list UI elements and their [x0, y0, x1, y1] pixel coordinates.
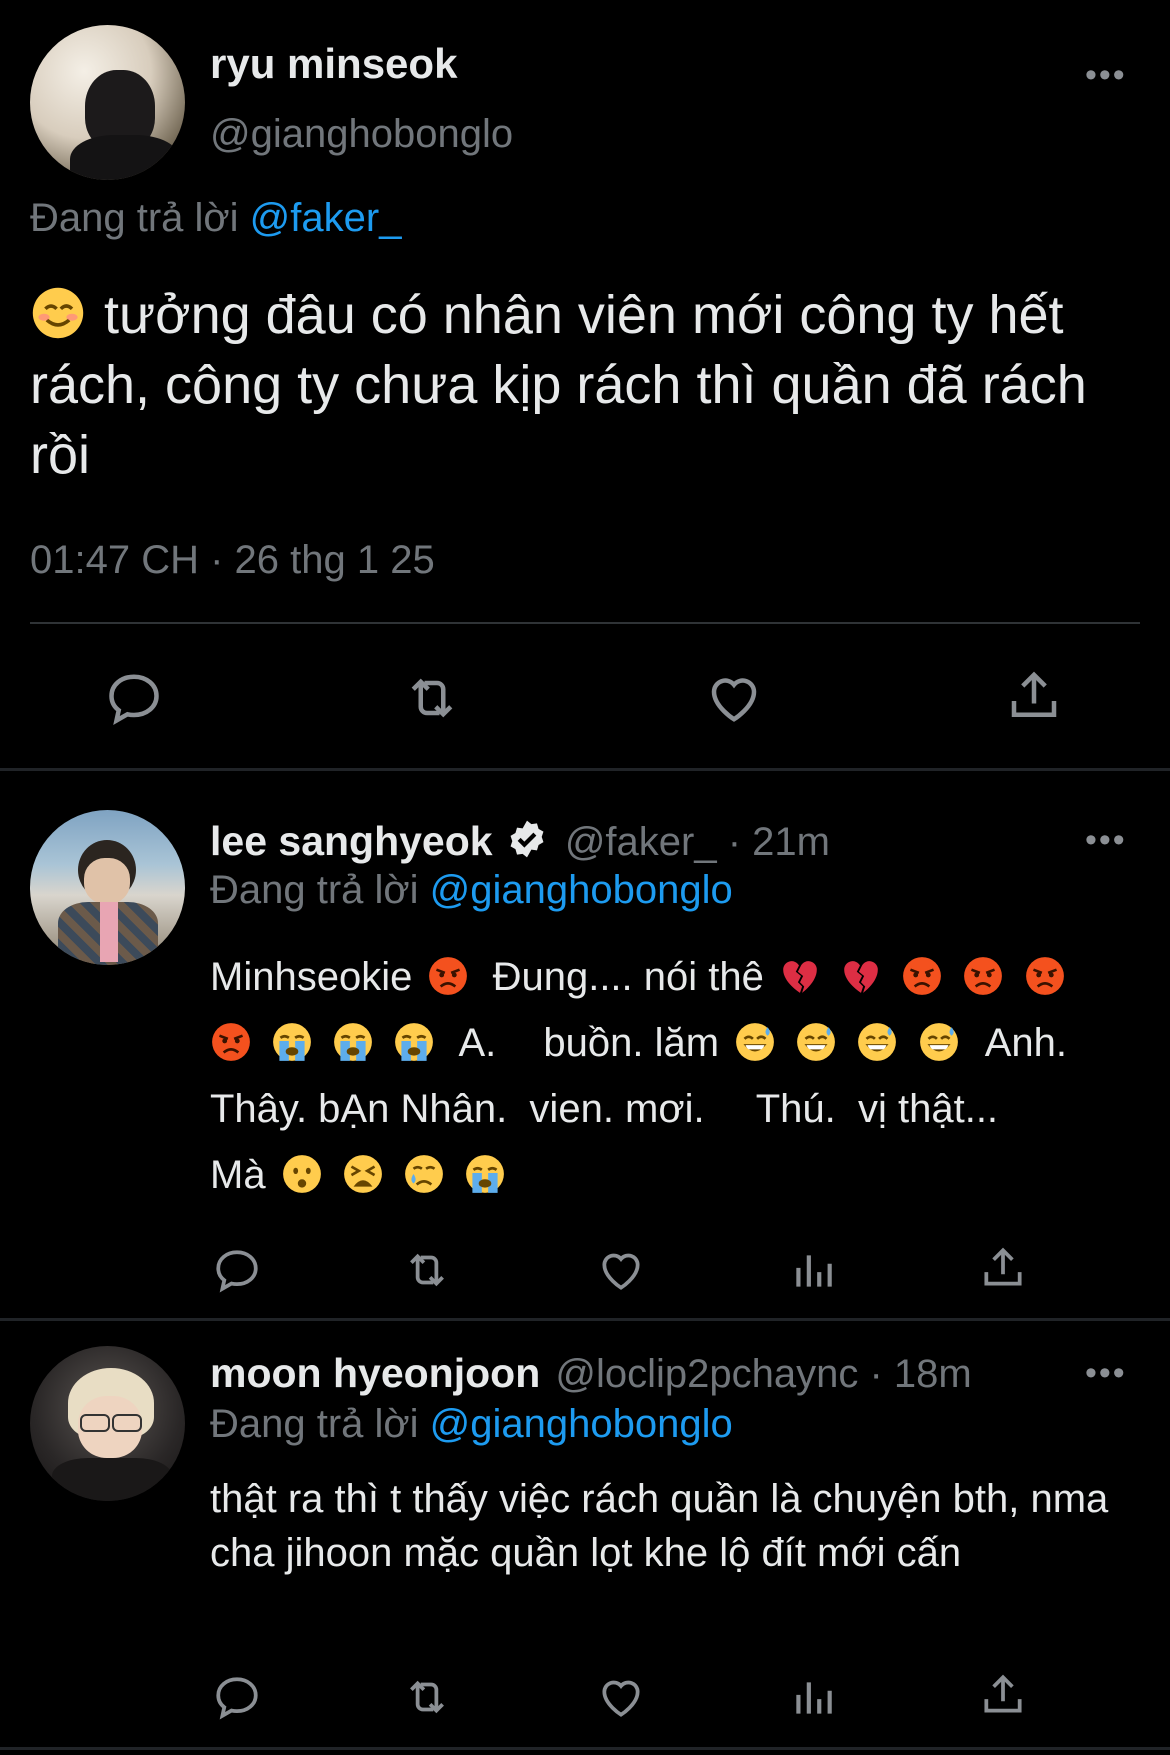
- reply-text-segment: Minhseokie: [210, 955, 413, 999]
- author-avatar[interactable]: [30, 25, 185, 180]
- grinning-sweat-emoji-icon: [795, 1017, 837, 1061]
- tweet-text: tưởng đâu có nhân viên mới công ty hết r…: [30, 285, 1087, 485]
- sad-tear-emoji-icon: [403, 1149, 445, 1193]
- section-divider: [0, 1318, 1170, 1321]
- angry-face-emoji-icon: [1024, 951, 1066, 995]
- replying-label: Đang trả lời: [30, 196, 239, 240]
- analytics-icon: [796, 1255, 832, 1287]
- replying-to-link[interactable]: @faker_: [250, 196, 402, 240]
- share-button[interactable]: [1004, 666, 1064, 726]
- reply-replying-to-line: Đang trả lời @gianghobonglo: [210, 868, 733, 913]
- share-icon: [984, 1674, 1022, 1713]
- reply-replying-to-line: Đang trả lời @gianghobonglo: [210, 1402, 733, 1447]
- replying-label: Đang trả lời: [210, 1402, 419, 1446]
- crying-face-emoji-icon: [464, 1149, 506, 1193]
- analytics-icon: [796, 1682, 832, 1714]
- crying-face-emoji-icon: [393, 1017, 435, 1061]
- reply-header: moon hyeonjoon @loclip2pchaync · 18m: [210, 1350, 972, 1397]
- reply-author-name[interactable]: moon hyeonjoon: [210, 1350, 540, 1396]
- retweet-button[interactable]: [400, 1672, 454, 1722]
- retweet-icon: [410, 1253, 444, 1287]
- reply-time: · 18m: [869, 1352, 972, 1396]
- angry-face-emoji-icon: [962, 951, 1004, 995]
- author-handle[interactable]: @gianghobonglo: [210, 112, 513, 157]
- analytics-button[interactable]: [788, 1672, 838, 1722]
- reply-time: · 21m: [727, 820, 830, 864]
- reply-text-segment: Đung.... nói thê: [492, 955, 764, 999]
- reply-text: thật ra thì t thấy việc rách quần là chu…: [210, 1477, 1109, 1575]
- broken-heart-emoji-icon: [779, 951, 821, 993]
- reply-author-handle[interactable]: @faker_: [565, 820, 717, 864]
- reply-header: lee sanghyeok @faker_ · 21m: [210, 818, 830, 865]
- heart-icon: [602, 1680, 640, 1717]
- replying-label: Đang trả lời: [210, 868, 419, 912]
- retweet-button[interactable]: [400, 668, 464, 728]
- crying-face-emoji-icon: [332, 1017, 374, 1061]
- reply-text-segment: buồn. lăm: [543, 1021, 720, 1065]
- replying-to-link[interactable]: @gianghobonglo: [430, 1402, 733, 1446]
- reply-icon: [109, 674, 159, 725]
- reply-avatar[interactable]: [30, 1346, 185, 1501]
- crying-face-emoji-icon: [271, 1017, 313, 1061]
- verified-badge-icon: [506, 818, 548, 860]
- like-button[interactable]: [596, 1245, 646, 1295]
- tweet-text-block: tưởng đâu có nhân viên mới công ty hết r…: [30, 280, 1140, 490]
- share-button[interactable]: [978, 1243, 1028, 1293]
- reply-more-button[interactable]: •••: [1085, 1356, 1127, 1390]
- reply-icon: [216, 1250, 258, 1293]
- reply-button[interactable]: [212, 1245, 262, 1295]
- retweet-button[interactable]: [400, 1245, 454, 1295]
- grinning-sweat-emoji-icon: [734, 1017, 776, 1061]
- replying-to-line: Đang trả lời @faker_: [30, 196, 401, 241]
- reply-button[interactable]: [104, 668, 164, 728]
- angry-face-emoji-icon: [901, 951, 943, 995]
- reply-icon: [216, 1677, 258, 1720]
- like-button[interactable]: [596, 1672, 646, 1722]
- heart-icon: [711, 678, 757, 722]
- grinning-sweat-emoji-icon: [918, 1017, 960, 1061]
- angry-face-emoji-icon: [427, 951, 469, 995]
- retweet-icon: [410, 1680, 444, 1714]
- more-options-button[interactable]: •••: [1085, 58, 1127, 92]
- share-icon: [1011, 671, 1057, 717]
- tired-face-emoji-icon: [342, 1149, 384, 1193]
- reply-text-segment: Mà: [210, 1153, 266, 1197]
- tweet-timestamp: 01:47 CH · 26 thg 1 25: [30, 538, 435, 582]
- reply-button[interactable]: [212, 1672, 262, 1722]
- timestamp-divider: [30, 622, 1140, 624]
- reply-text-segment: Thây. bẠn Nhân. vien. mơi.: [210, 1087, 705, 1131]
- author-name[interactable]: ryu minseok: [210, 40, 457, 88]
- reply-author-name[interactable]: lee sanghyeok: [210, 818, 493, 864]
- broken-heart-emoji-icon: [840, 951, 882, 993]
- replying-to-link[interactable]: @gianghobonglo: [430, 868, 733, 912]
- section-divider: [0, 768, 1170, 771]
- share-button[interactable]: [978, 1670, 1028, 1720]
- smiling-face-emoji-icon: [30, 285, 86, 341]
- like-button[interactable]: [704, 668, 764, 728]
- section-divider: [0, 1747, 1170, 1750]
- reply-avatar[interactable]: [30, 810, 185, 965]
- heart-icon: [602, 1253, 640, 1290]
- analytics-button[interactable]: [788, 1245, 838, 1295]
- reply-text-segment: A.: [458, 1021, 497, 1065]
- retweet-icon: [411, 678, 453, 718]
- reply-text-segment: Thú. vị thật...: [755, 1087, 999, 1131]
- frowning-face-emoji-icon: [281, 1149, 323, 1193]
- reply-text-segment: Anh.: [984, 1021, 1068, 1065]
- angry-face-emoji-icon: [210, 1017, 252, 1061]
- reply-more-button[interactable]: •••: [1085, 823, 1127, 857]
- reply-author-handle[interactable]: @loclip2pchaync: [555, 1352, 858, 1396]
- grinning-sweat-emoji-icon: [856, 1017, 898, 1061]
- reply-text-block: Minhseokie Đung.... nói thê A. buồn. lăm…: [210, 944, 1150, 1208]
- share-icon: [984, 1247, 1022, 1286]
